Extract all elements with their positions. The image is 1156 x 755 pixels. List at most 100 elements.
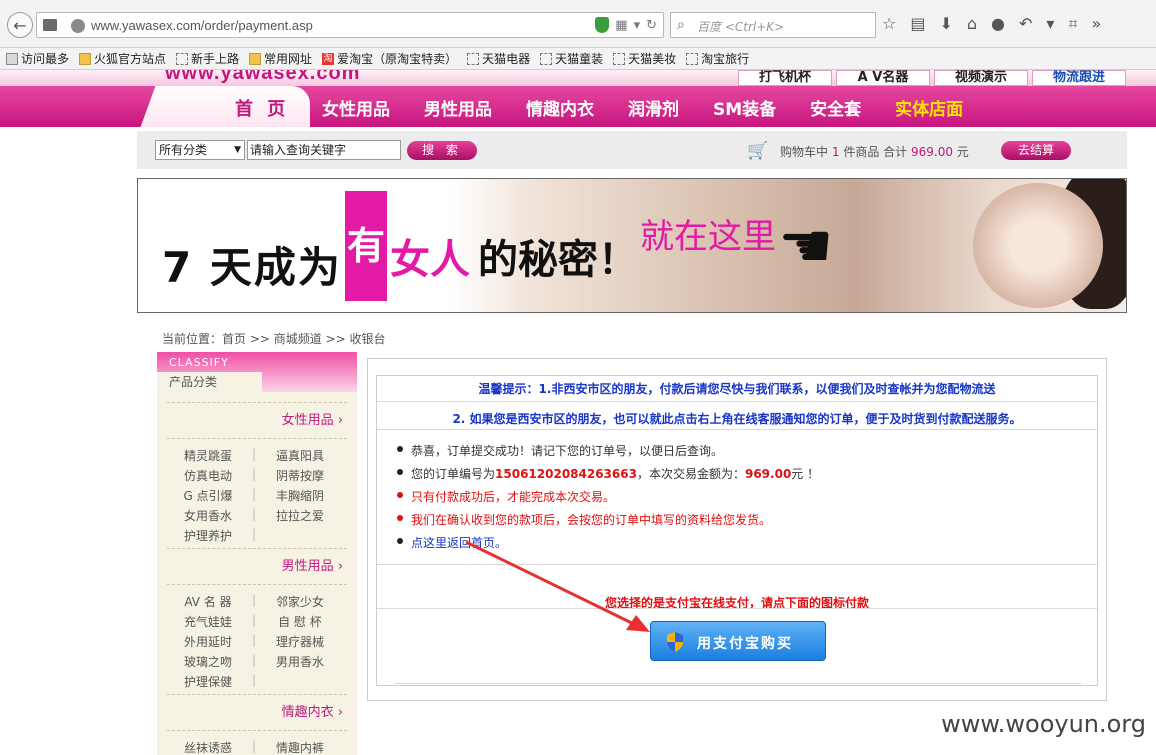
keyword-input[interactable]: 请输入查询关键字 [247, 140, 401, 160]
banner-text: 7 天成为 [162, 243, 342, 292]
bookmark-item[interactable]: 淘爱淘宝（原淘宝特卖） [322, 50, 457, 67]
top-link[interactable]: 视频演示 [934, 70, 1028, 86]
promo-banner[interactable]: 7 天成为 有 女人 的秘密！ 就在这里 ☛ [137, 178, 1127, 313]
dropdown-icon[interactable]: ▾ [634, 18, 641, 33]
nav-item[interactable]: 女性用品 [322, 95, 390, 120]
bookmark-item[interactable]: 淘宝旅行 [686, 50, 749, 67]
sidebar-en-title: CLASSIFY [169, 356, 229, 369]
more-icon[interactable]: » [1091, 14, 1101, 34]
top-link[interactable]: 打飞机杯 [738, 70, 832, 86]
crop-icon[interactable]: ⌗ [1068, 14, 1077, 34]
banner-text: 的秘密！ [478, 237, 638, 283]
sidebar-header: CLASSIFY 产品分类 [157, 352, 357, 392]
checkout-button[interactable]: 去结算 [1001, 141, 1071, 160]
category-link[interactable]: 拉拉之爱 [259, 507, 341, 527]
category-select[interactable]: 所有分类 ▼ [155, 140, 245, 160]
category-link[interactable]: 阴蒂按摩 [259, 467, 341, 487]
home-icon[interactable]: ⌂ [967, 14, 977, 34]
reading-list-icon[interactable]: ▤ [910, 14, 925, 34]
nav-item[interactable]: 安全套 [810, 95, 861, 120]
taobao-icon: 淘 [322, 52, 335, 65]
nav-home-label: 首 页 [235, 99, 290, 120]
category-link[interactable]: 丝袜诱惑 [167, 739, 249, 755]
category-link[interactable]: 精灵跳蛋 [167, 447, 249, 467]
category-link[interactable]: 充气娃娃 [167, 613, 249, 633]
sidebar-category-men: 男性用品 AV 名 器|邻家少女 充气娃娃|自 慰 杯 外用延时|理疗器械 玻璃… [167, 548, 347, 693]
bookmark-icon [6, 52, 18, 65]
breadcrumb: 当前位置：首页 >> 商城频道 >> 收银台 [162, 332, 386, 346]
category-link[interactable]: 逼真阳具 [259, 447, 341, 467]
category-link[interactable]: 自 慰 杯 [259, 613, 341, 633]
sidebar-category-women: 女性用品 精灵跳蛋|逼真阳具 仿真电动|阴蒂按摩 G 点引爆|丰胸缩阴 女用香水… [167, 402, 347, 547]
category-link[interactable]: AV 名 器 [167, 593, 249, 613]
category-link[interactable]: 护理保健 [167, 673, 249, 693]
banner-pink-block: 有 [345, 191, 387, 301]
bookmark-item[interactable]: 天猫电器 [467, 50, 530, 67]
folder-icon [79, 52, 92, 65]
payment-panel: 温馨提示：1.非西安市区的朋友，付款后请您尽快与我们联系，以便我们及时查帐并为您… [367, 358, 1107, 701]
category-link[interactable]: 玻璃之吻 [167, 653, 249, 673]
bookmark-item[interactable]: 常用网址 [249, 50, 312, 67]
nav-item[interactable]: 实体店面 [895, 95, 963, 120]
nav-home-tab[interactable]: 首 页 [160, 86, 310, 127]
star-icon[interactable]: ☆ [882, 14, 896, 34]
chat-icon[interactable]: ● [991, 14, 1005, 34]
category-link[interactable]: 男用香水 [259, 653, 341, 673]
category-link[interactable]: 邻家少女 [259, 593, 341, 613]
category-link[interactable]: 女用香水 [167, 507, 249, 527]
cart-summary: 购物车中 1 件商品 合计 969.00 元 [780, 145, 969, 159]
bookmark-item[interactable]: 访问最多 [6, 50, 69, 67]
sidebar-category-lingerie: 情趣内衣 丝袜诱惑|情趣内裤 [167, 694, 347, 755]
site-logo[interactable]: www.yawasex.com [165, 70, 360, 85]
shield-icon[interactable] [595, 17, 610, 33]
watermark: www.wooyun.org [941, 710, 1146, 738]
main-nav: 首 页 女性用品 男性用品 情趣内衣 润滑剂 SM装备 安全套 实体店面 [0, 86, 1156, 127]
bookmark-item[interactable]: 新手上路 [176, 50, 239, 67]
pointing-hand-icon: ☛ [778, 209, 834, 282]
chevron-down-icon: ▼ [234, 145, 241, 155]
nav-item[interactable]: 男性用品 [424, 95, 492, 120]
bookmark-item[interactable]: 天猫童装 [540, 50, 603, 67]
bookmark-item[interactable]: 天猫美妆 [613, 50, 676, 67]
site-search-strip: 所有分类 ▼ 请输入查询关键字 搜 索 🛒 购物车中 1 件商品 合计 969.0… [137, 131, 1127, 169]
category-link[interactable]: 丰胸缩阴 [259, 487, 341, 507]
category-title[interactable]: 女性用品 [167, 403, 347, 428]
undo-icon[interactable]: ↶ [1019, 14, 1032, 34]
category-sidebar: CLASSIFY 产品分类 女性用品 精灵跳蛋|逼真阳具 仿真电动|阴蒂按摩 G… [157, 352, 357, 755]
category-link[interactable]: 外用延时 [167, 633, 249, 653]
url-text[interactable]: www.yawasex.com/order/payment.asp [91, 18, 313, 33]
globe-icon [71, 19, 85, 33]
page-icon [467, 52, 480, 65]
bookmark-item[interactable]: 火狐官方站点 [79, 50, 166, 67]
banner-text: 女人 [390, 237, 470, 283]
site-top-strip: www.yawasex.com 打飞机杯 A V名器 视频演示 物流跟进 [0, 70, 1156, 86]
search-button[interactable]: 搜 索 [407, 141, 477, 160]
top-link[interactable]: A V名器 [836, 70, 930, 86]
category-link[interactable]: G 点引爆 [167, 487, 249, 507]
page-icon [176, 52, 189, 65]
top-link[interactable]: 物流跟进 [1032, 70, 1126, 86]
category-link[interactable]: 理疗器械 [259, 633, 341, 653]
cart-icon[interactable]: 🛒 [747, 141, 768, 161]
qr-code-icon[interactable]: ▦ [615, 18, 627, 33]
category-link[interactable]: 护理养护 [167, 527, 249, 547]
tab-list-icon[interactable] [43, 19, 57, 31]
reload-icon[interactable]: ↻ [646, 18, 657, 33]
search-placeholder: 百度 <Ctrl+K> [697, 20, 785, 34]
browser-search-box[interactable]: ⌕ 百度 <Ctrl+K> [670, 12, 876, 38]
category-title[interactable]: 情趣内衣 [167, 695, 347, 720]
address-bar[interactable]: www.yawasex.com/order/payment.asp ▦ ▾ ↻ [36, 12, 664, 38]
nav-item[interactable]: SM装备 [713, 95, 776, 120]
nav-item[interactable]: 润滑剂 [628, 95, 679, 120]
page-icon [686, 52, 699, 65]
sidebar-tab: 产品分类 [157, 372, 262, 392]
category-link[interactable]: 仿真电动 [167, 467, 249, 487]
banner-model-face [973, 183, 1103, 308]
nav-item[interactable]: 情趣内衣 [526, 95, 594, 120]
download-icon[interactable]: ⬇ [939, 14, 952, 34]
browser-toolbar: ← www.yawasex.com/order/payment.asp ▦ ▾ … [0, 0, 1156, 48]
category-link[interactable]: 情趣内裤 [259, 739, 341, 755]
menu-dropdown-icon[interactable]: ▾ [1046, 14, 1054, 34]
back-arrow-icon[interactable]: ← [7, 12, 33, 38]
category-title[interactable]: 男性用品 [167, 549, 347, 574]
